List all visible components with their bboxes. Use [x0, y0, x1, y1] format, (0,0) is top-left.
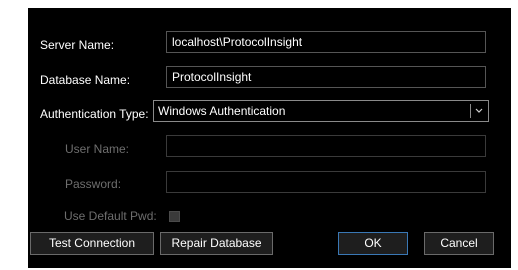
- password-field[interactable]: [166, 171, 486, 193]
- database-name-label: Database Name:: [40, 73, 131, 87]
- repair-database-button[interactable]: Repair Database: [160, 232, 273, 255]
- authentication-type-label: Authentication Type:: [40, 107, 149, 121]
- authentication-type-select[interactable]: Windows Authentication: [153, 100, 489, 122]
- user-name-label: User Name:: [65, 142, 130, 156]
- user-name-field[interactable]: [166, 135, 486, 157]
- ok-button[interactable]: OK: [338, 232, 408, 255]
- server-name-field[interactable]: localhost\ProtocolInsight: [166, 31, 486, 53]
- use-default-pwd-label: Use Default Pwd:: [64, 209, 157, 223]
- chevron-down-icon[interactable]: [473, 104, 485, 118]
- test-connection-button[interactable]: Test Connection: [30, 232, 154, 255]
- database-connection-dialog: Server Name: localhost\ProtocolInsight D…: [28, 8, 511, 268]
- use-default-pwd-checkbox[interactable]: [169, 211, 180, 222]
- server-name-label: Server Name:: [40, 38, 115, 52]
- select-divider: [470, 104, 471, 118]
- database-name-field[interactable]: ProtocolInsight: [166, 66, 486, 88]
- cancel-button[interactable]: Cancel: [424, 232, 494, 255]
- authentication-type-value: Windows Authentication: [158, 104, 286, 118]
- password-label: Password:: [65, 177, 122, 191]
